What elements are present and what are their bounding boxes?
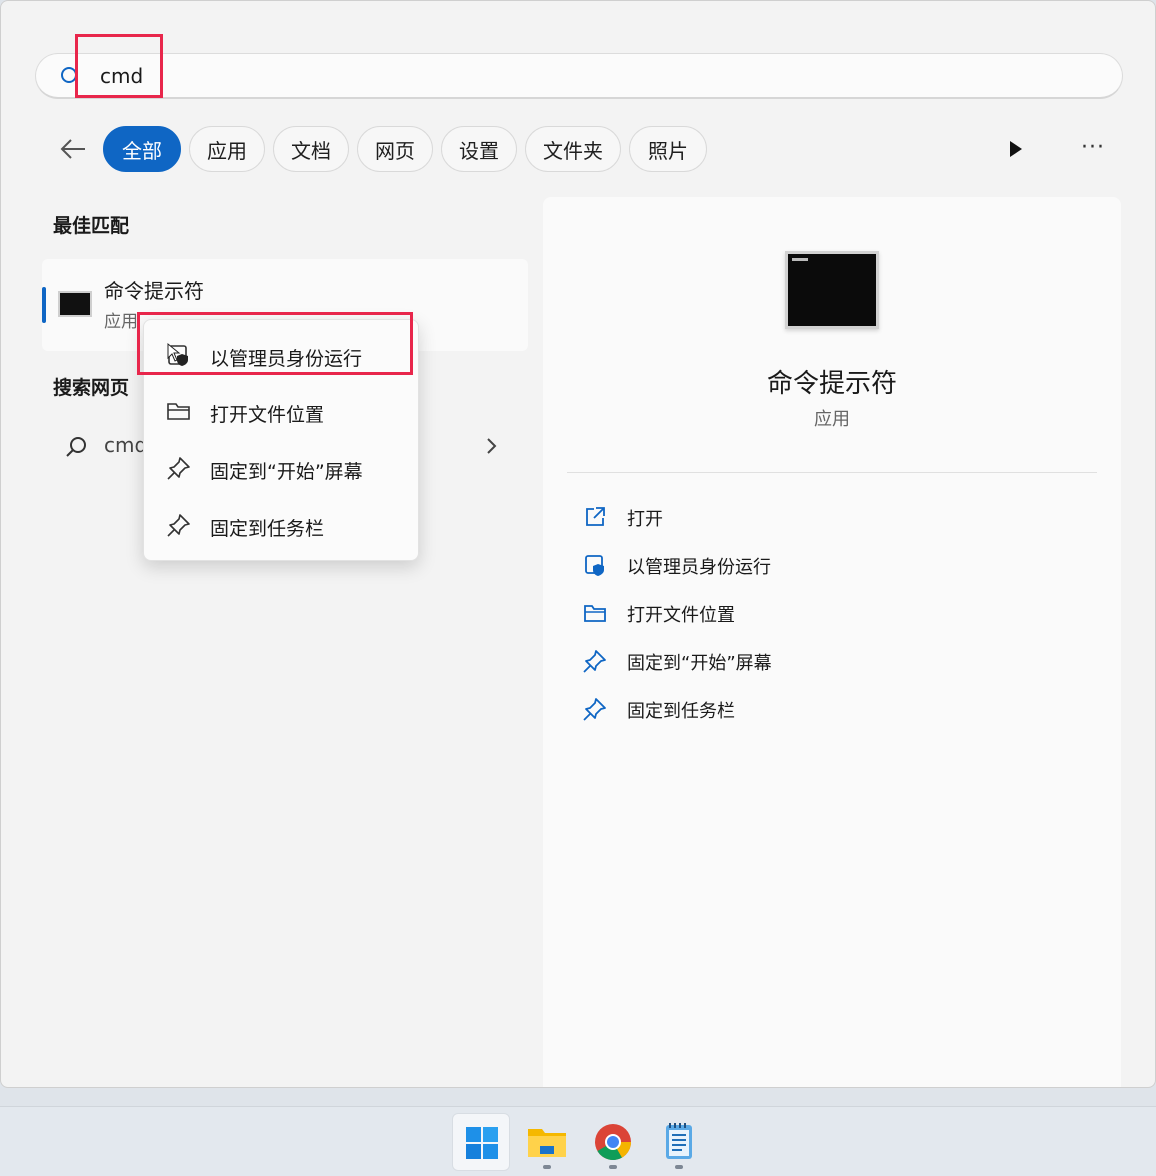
preview-panel: 命令提示符 应用 打开 以管理员身份运行 打开文件位置 固定到“开始”屏幕 固定… [543, 197, 1121, 1087]
action-open-label: 打开 [627, 509, 663, 530]
search-icon [61, 67, 77, 83]
pin-icon [583, 698, 606, 721]
ctx-open-file-location[interactable]: 打开文件位置 [144, 382, 420, 438]
ctx-pin-to-start[interactable]: 固定到“开始”屏幕 [144, 439, 420, 495]
prompt-glyph [792, 258, 808, 261]
ctx-open-file-location-label: 打开文件位置 [210, 404, 325, 426]
filter-tabs: 全部 应用 文档 网页 设置 文件夹 照片 [51, 125, 715, 173]
command-prompt-large-icon [785, 251, 879, 329]
pin-icon [167, 457, 190, 480]
context-menu: 以管理员身份运行 打开文件位置 固定到“开始”屏幕 固定到任务栏 [143, 319, 419, 561]
tab-settings[interactable]: 设置 [441, 126, 517, 172]
best-match-subtitle: 应用 [104, 312, 138, 332]
command-prompt-icon [58, 291, 92, 317]
running-indicator [543, 1165, 551, 1169]
preview-title: 命令提示符 [766, 369, 897, 399]
web-search-heading: 搜索网页 [53, 377, 130, 399]
action-open-file-location[interactable]: 打开文件位置 [583, 595, 1083, 635]
action-pin-to-start-label: 固定到“开始”屏幕 [627, 653, 772, 674]
action-open-file-location-label: 打开文件位置 [627, 605, 735, 626]
ctx-run-as-admin-label: 以管理员身份运行 [210, 348, 363, 370]
selection-indicator [42, 287, 46, 323]
tab-all[interactable]: 全部 [103, 126, 181, 172]
folder-icon [167, 403, 190, 420]
preview-subtitle: 应用 [814, 409, 850, 430]
tab-apps[interactable]: 应用 [189, 126, 265, 172]
search-input[interactable]: cmd [35, 53, 1123, 99]
shield-icon [167, 342, 188, 366]
notepad-icon [666, 1123, 692, 1159]
tab-folders[interactable]: 文件夹 [525, 126, 621, 172]
running-indicator [675, 1165, 683, 1169]
more-options-button[interactable]: ··· [1081, 135, 1105, 160]
ctx-pin-to-taskbar-label: 固定到任务栏 [210, 518, 325, 540]
action-run-as-admin[interactable]: 以管理员身份运行 [583, 547, 1083, 587]
pin-icon [583, 650, 606, 673]
play-icon[interactable] [1003, 137, 1027, 161]
action-run-as-admin-label: 以管理员身份运行 [627, 557, 771, 578]
taskbar-start-button[interactable] [452, 1113, 510, 1171]
open-external-icon [586, 507, 605, 526]
search-icon [66, 437, 86, 457]
back-arrow-icon [60, 139, 85, 159]
folder-icon [584, 605, 606, 622]
running-indicator [609, 1165, 617, 1169]
windows-start-icon [466, 1127, 498, 1159]
chrome-icon [595, 1124, 631, 1161]
taskbar-file-explorer[interactable] [518, 1113, 576, 1171]
web-search-query: cmd [104, 433, 148, 457]
shield-icon [585, 555, 604, 576]
start-search-window: cmd 全部 应用 文档 网页 设置 文件夹 照片 ··· 最佳匹配 命令提示符… [0, 0, 1156, 1088]
chevron-right-icon[interactable] [484, 435, 500, 457]
tab-web[interactable]: 网页 [357, 126, 433, 172]
pin-icon [167, 514, 190, 537]
action-pin-to-start[interactable]: 固定到“开始”屏幕 [583, 643, 1083, 683]
action-pin-to-taskbar-label: 固定到任务栏 [627, 701, 735, 722]
action-open[interactable]: 打开 [583, 499, 1083, 539]
action-pin-to-taskbar[interactable]: 固定到任务栏 [583, 691, 1083, 731]
tab-documents[interactable]: 文档 [273, 126, 349, 172]
best-match-heading: 最佳匹配 [53, 215, 130, 237]
tab-photos[interactable]: 照片 [629, 126, 707, 172]
best-match-title: 命令提示符 [104, 279, 204, 303]
back-button[interactable] [51, 127, 95, 171]
divider [567, 472, 1097, 473]
taskbar-chrome[interactable] [584, 1113, 642, 1171]
file-explorer-icon [528, 1129, 566, 1157]
search-value: cmd [100, 64, 144, 88]
taskbar [0, 1106, 1156, 1176]
ctx-pin-to-start-label: 固定到“开始”屏幕 [210, 461, 363, 483]
taskbar-notepad[interactable] [650, 1113, 708, 1171]
ctx-run-as-admin[interactable]: 以管理员身份运行 [144, 326, 420, 382]
ctx-pin-to-taskbar[interactable]: 固定到任务栏 [144, 496, 420, 552]
